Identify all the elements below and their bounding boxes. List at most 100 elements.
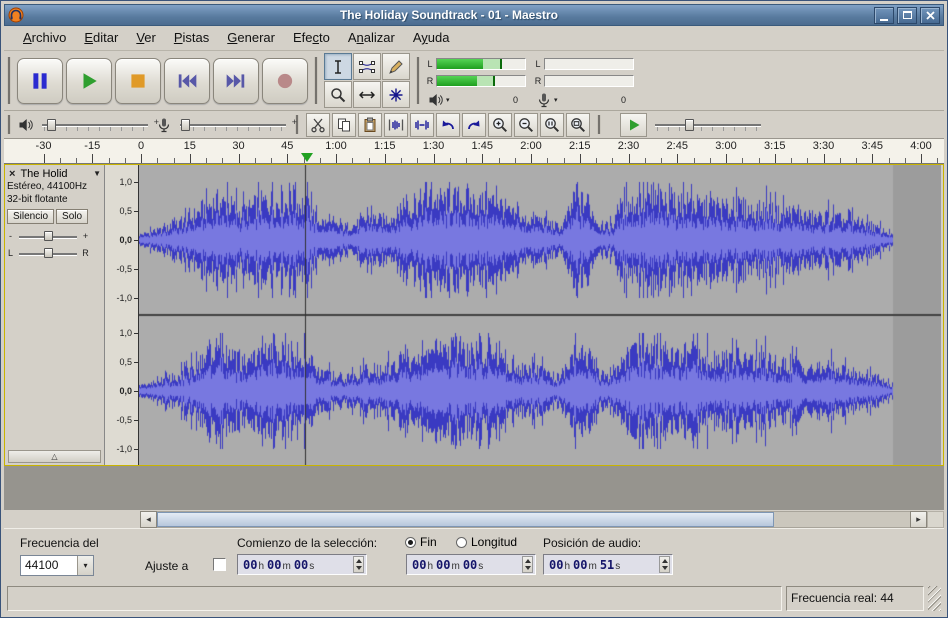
vertical-scale-label: 0,0 <box>119 235 132 245</box>
envelope-tool-button[interactable] <box>353 53 381 80</box>
toolbar-grip[interactable] <box>416 57 420 104</box>
selection-end-field[interactable]: 00h00m00s <box>406 554 536 575</box>
time-unit: m <box>451 561 459 572</box>
menu-bar: ArchivoEditarVerPistasGenerarEfectoAnali… <box>4 26 944 51</box>
track-bitdepth-label: 32-bit flotante <box>7 194 102 207</box>
recording-meter[interactable]: LR <box>534 54 634 92</box>
toolbar-grip[interactable] <box>7 115 11 134</box>
speaker-icon <box>428 92 444 108</box>
play-button[interactable] <box>66 58 112 104</box>
zoom-out-button[interactable] <box>514 113 538 137</box>
menu-pistas[interactable]: Pistas <box>165 26 218 50</box>
radio-length[interactable]: Longitud <box>456 535 517 549</box>
title-bar[interactable]: The Holiday Soundtrack - 01 - Maestro <box>4 4 944 26</box>
slider-thumb[interactable] <box>47 119 56 131</box>
scrollbar-track[interactable] <box>157 511 910 528</box>
timeline-ruler[interactable]: -30-1501530451:001:151:301:452:002:152:3… <box>4 139 944 164</box>
input-meter-controls: ▾ 0 <box>534 92 634 108</box>
timeline-label: -15 <box>84 140 100 152</box>
scroll-right-button[interactable]: ▸ <box>910 511 927 528</box>
zoom-in-button[interactable] <box>488 113 512 137</box>
time-digit: 00 <box>463 558 477 572</box>
selection-start-label: Comienzo de la selección: <box>237 536 377 550</box>
menu-editar[interactable]: Editar <box>75 26 127 50</box>
silence-button[interactable] <box>410 113 434 137</box>
skip-start-button[interactable] <box>164 58 210 104</box>
output-volume-slider[interactable]: + <box>40 117 150 133</box>
record-button[interactable] <box>262 58 308 104</box>
menu-generar[interactable]: Generar <box>218 26 284 50</box>
chevron-down-icon[interactable]: ▾ <box>554 96 558 104</box>
minimize-button[interactable] <box>874 7 894 24</box>
selection-start-field[interactable]: 00h00m00s <box>237 554 367 575</box>
cut-button[interactable] <box>306 113 330 137</box>
track-close-button[interactable]: × <box>7 168 17 180</box>
toolbar-grip[interactable] <box>314 57 318 104</box>
spinner-icon[interactable] <box>353 556 364 573</box>
selection-tool-button[interactable] <box>324 53 352 80</box>
scrollbar-thumb[interactable] <box>157 512 774 527</box>
close-button[interactable] <box>920 7 940 24</box>
slider-thumb[interactable] <box>181 119 190 131</box>
radio-end-label: Fin <box>420 535 437 549</box>
play-at-speed-button[interactable] <box>620 113 647 137</box>
mute-button[interactable]: Silencio <box>7 209 54 224</box>
undo-button[interactable] <box>436 113 460 137</box>
copy-button[interactable] <box>332 113 356 137</box>
vertical-scale-label: -1,0 <box>116 293 132 303</box>
menu-efecto[interactable]: Efecto <box>284 26 339 50</box>
scrollbar-corner <box>927 511 944 528</box>
zoom-fit-button[interactable] <box>566 113 590 137</box>
menu-archivo[interactable]: Archivo <box>14 26 75 50</box>
waveform-canvas[interactable] <box>139 165 941 465</box>
scroll-left-button[interactable]: ◂ <box>140 511 157 528</box>
menu-ver[interactable]: Ver <box>127 26 165 50</box>
timeline-label: 1:15 <box>374 140 395 152</box>
track-control-panel: × The Holid ▼ Estéreo, 44100Hz 32-bit fl… <box>5 165 105 465</box>
project-rate-combo[interactable]: 44100 ▾ <box>20 555 94 576</box>
speaker-icon <box>18 117 34 133</box>
timeline-tick <box>645 158 646 163</box>
toolbar-grip[interactable] <box>597 115 601 134</box>
vertical-ruler[interactable]: 1,00,50,0-0,5-1,01,00,50,0-0,5-1,0 <box>105 165 139 465</box>
pan-slider[interactable] <box>17 246 79 260</box>
time-digit: 00 <box>412 558 426 572</box>
output-meter-controls: ▾ 0 <box>426 92 526 108</box>
chevron-down-icon[interactable]: ▾ <box>77 556 93 575</box>
input-volume-slider[interactable]: + <box>178 117 288 133</box>
pause-button[interactable] <box>17 58 63 104</box>
solo-button[interactable]: Solo <box>56 209 88 224</box>
slider-thumb[interactable] <box>685 119 694 131</box>
resize-grip[interactable] <box>928 586 941 611</box>
playback-meter[interactable]: LR <box>426 54 526 92</box>
menu-analizar[interactable]: Analizar <box>339 26 404 50</box>
menu-ayuda[interactable]: Ayuda <box>404 26 459 50</box>
gain-slider[interactable] <box>17 229 79 243</box>
time-value: 00h00m00s <box>412 558 520 572</box>
snap-to-checkbox[interactable] <box>213 558 226 571</box>
spinner-icon[interactable] <box>522 556 533 573</box>
track-collapse-button[interactable]: △ <box>8 450 101 463</box>
track-area[interactable]: × The Holid ▼ Estéreo, 44100Hz 32-bit fl… <box>4 164 944 510</box>
spinner-icon[interactable] <box>659 556 670 573</box>
paste-button[interactable] <box>358 113 382 137</box>
slider-thumb[interactable] <box>44 248 53 258</box>
stop-button[interactable] <box>115 58 161 104</box>
chevron-down-icon[interactable]: ▾ <box>446 96 450 104</box>
zoom-tool-button[interactable] <box>324 81 352 108</box>
track-menu-button[interactable]: ▼ <box>93 169 102 178</box>
radio-end[interactable]: Fin <box>405 535 437 549</box>
slider-thumb[interactable] <box>44 231 53 241</box>
draw-tool-button[interactable] <box>382 53 410 80</box>
playback-speed-slider[interactable] <box>653 117 763 133</box>
redo-button[interactable] <box>462 113 486 137</box>
timeshift-tool-button[interactable] <box>353 81 381 108</box>
toolbar-grip[interactable] <box>7 57 11 104</box>
multi-tool-button[interactable] <box>382 81 410 108</box>
zoom-sel-button[interactable] <box>540 113 564 137</box>
trim-button[interactable] <box>384 113 408 137</box>
maximize-button[interactable] <box>897 7 917 24</box>
slider-track <box>655 124 761 126</box>
skip-end-button[interactable] <box>213 58 259 104</box>
audio-position-field[interactable]: 00h00m51s <box>543 554 673 575</box>
